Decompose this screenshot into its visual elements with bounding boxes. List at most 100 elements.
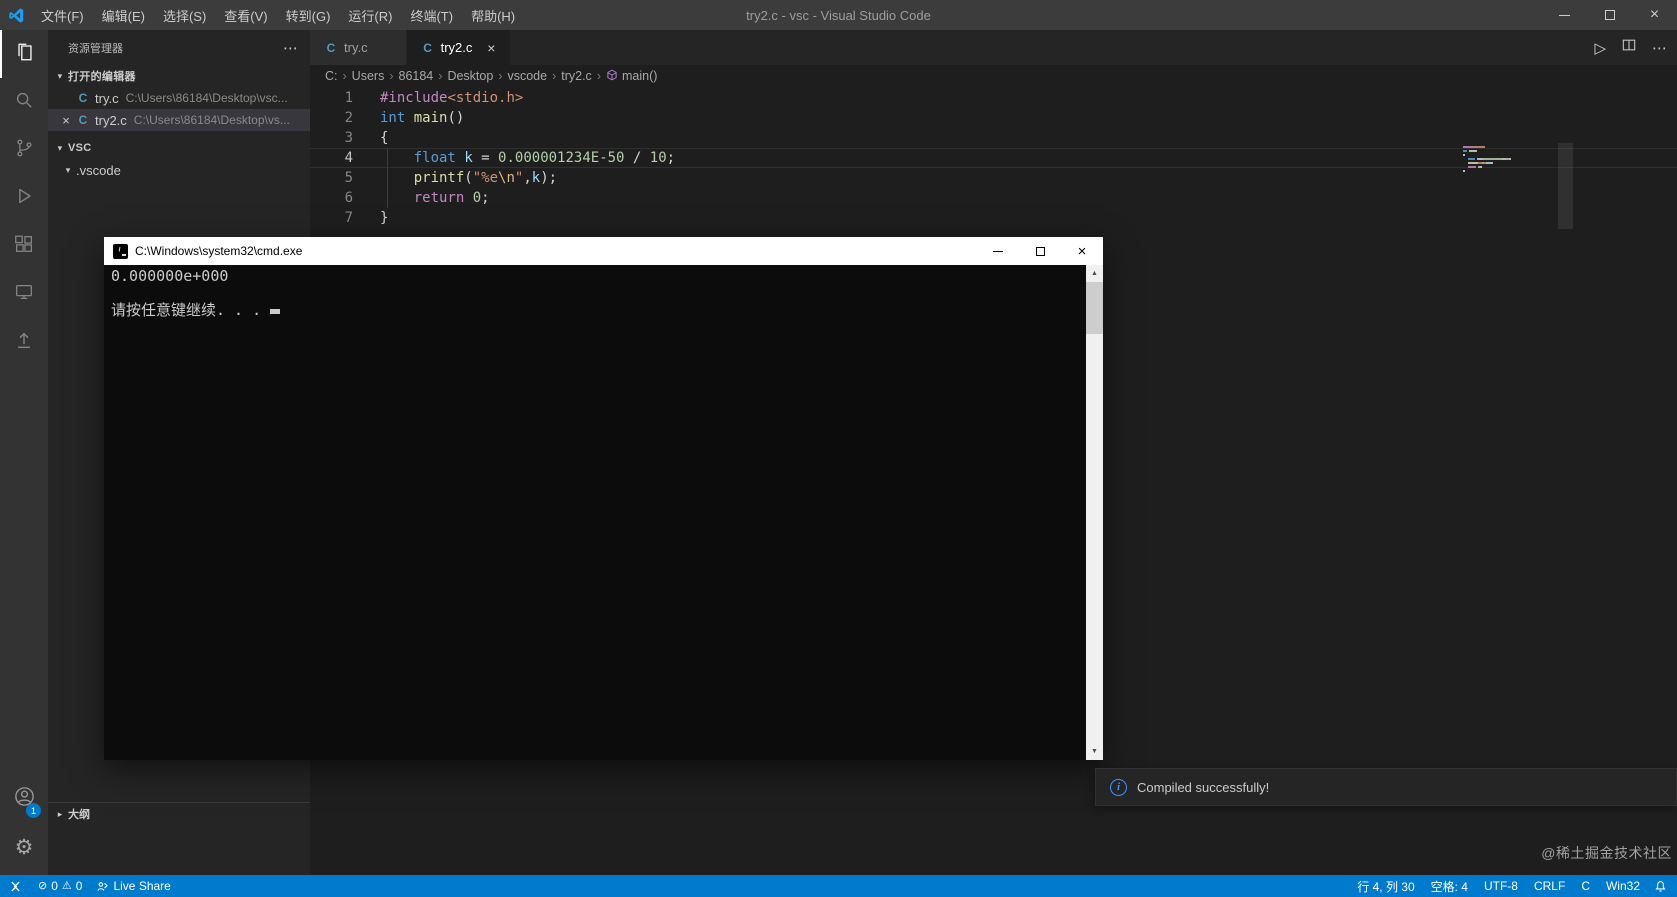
breadcrumb-item-3[interactable]: Desktop — [447, 69, 493, 83]
code-token: float — [413, 150, 456, 166]
code-token: } — [380, 210, 389, 226]
breadcrumb-item-1[interactable]: Users — [352, 69, 385, 83]
section-open-editors-label: 打开的编辑器 — [68, 71, 136, 83]
code-token: int — [380, 110, 406, 126]
breadcrumb-item-5[interactable]: try2.c — [561, 69, 592, 83]
scroll-down-icon[interactable]: ▼ — [1086, 743, 1103, 760]
breadcrumb-item-6[interactable]: main() — [606, 69, 657, 84]
menu-view[interactable]: 查看(V) — [215, 6, 276, 25]
editor-actions: ▷ ⋯ — [1594, 30, 1667, 65]
run-debug-icon — [13, 185, 35, 212]
menu-file[interactable]: 文件(F) — [32, 6, 93, 25]
minimap[interactable] — [1463, 146, 1553, 174]
menu-terminal[interactable]: 终端(T) — [401, 6, 462, 25]
cmd-maximize-button[interactable] — [1019, 237, 1061, 265]
status-encoding[interactable]: UTF-8 — [1476, 875, 1526, 897]
cmd-output[interactable]: 0.000000e+000 请按任意键继续. . . — [104, 265, 1103, 760]
minimap-segment — [1508, 158, 1511, 160]
more-actions-icon[interactable]: ⋯ — [283, 39, 298, 57]
breadcrumb-separator-icon: › — [498, 69, 503, 83]
cmd-scrollbar[interactable]: ▲ ▼ — [1086, 265, 1103, 760]
close-button[interactable]: × — [1632, 0, 1677, 30]
cmd-close-button[interactable]: × — [1061, 237, 1103, 265]
open-editor-try2-c[interactable]: × C try2.c C:\Users\86184\Desktop\vs... — [48, 109, 310, 131]
code-line-1[interactable]: 1 #include<stdio.h> — [310, 88, 1677, 108]
problems-indicator[interactable]: ⊘ 0 ⚠ 0 — [31, 875, 89, 897]
breadcrumb-item-0[interactable]: C: — [325, 69, 338, 83]
tab-try-c[interactable]: C try.c — [310, 30, 406, 65]
sidebar-item-publish[interactable] — [0, 318, 48, 366]
code-line-3[interactable]: 3{ — [310, 128, 1677, 148]
cmd-title-bar[interactable]: C:\Windows\system32\cmd.exe × — [104, 237, 1103, 265]
tab-label: try.c — [344, 40, 368, 55]
section-workspace-vsc[interactable]: ▾ VSC — [48, 137, 310, 159]
section-outline[interactable]: ▸ 大纲 — [48, 802, 310, 825]
code-line-6[interactable]: 6 return 0; — [310, 188, 1677, 208]
sidebar-item-extensions[interactable] — [0, 222, 48, 270]
status-cursor-position[interactable]: 行 4, 列 30 — [1349, 875, 1422, 897]
breadcrumb-label: 86184 — [398, 69, 434, 83]
chevron-right-icon: ▸ — [57, 808, 63, 819]
sidebar-item-search[interactable] — [0, 78, 48, 126]
settings-button[interactable]: ⚙ — [0, 823, 48, 871]
code-line-2[interactable]: 2 int main() — [310, 108, 1677, 128]
maximize-button[interactable] — [1587, 0, 1632, 30]
sidebar-item-run-debug[interactable] — [0, 174, 48, 222]
code-editor[interactable]: 1 #include<stdio.h> 2 int main() 3{4 float k… — [310, 88, 1677, 229]
minimap-line — [1463, 150, 1553, 152]
menu-run[interactable]: 运行(R) — [339, 6, 401, 25]
split-editor-button[interactable] — [1622, 38, 1636, 57]
close-icon[interactable]: × — [484, 40, 498, 56]
minimap-segment — [1468, 162, 1476, 164]
symbol-method-icon — [606, 69, 618, 84]
cmd-prompt-text: 请按任意键继续. . . — [111, 301, 262, 319]
sidebar-item-source-control[interactable] — [0, 126, 48, 174]
accounts-button[interactable]: 1 — [0, 775, 48, 823]
code-token: #include — [380, 90, 448, 106]
scroll-up-icon[interactable]: ▲ — [1086, 265, 1103, 282]
menu-help[interactable]: 帮助(H) — [462, 6, 524, 25]
remote-indicator[interactable] — [0, 875, 31, 897]
notifications-bell-button[interactable] — [1648, 875, 1677, 897]
run-code-button[interactable]: ▷ — [1594, 39, 1606, 57]
status-language[interactable]: C — [1573, 875, 1598, 897]
code-token: ); — [540, 170, 558, 186]
code-text: } — [353, 208, 388, 228]
file-path: C:\Users\86184\Desktop\vsc... — [125, 91, 288, 105]
sidebar-item-explorer[interactable] — [0, 30, 48, 78]
notification-toast[interactable]: i Compiled successfully! — [1095, 768, 1677, 806]
section-open-editors[interactable]: ▾ 打开的编辑器 — [48, 65, 310, 87]
close-icon[interactable]: × — [58, 113, 74, 128]
sidebar-item-remote-explorer[interactable] — [0, 270, 48, 318]
code-line-7[interactable]: 7} — [310, 208, 1677, 228]
breadcrumb-item-2[interactable]: 86184 — [399, 69, 434, 83]
cmd-output-line: 请按任意键继续. . . — [111, 302, 1096, 319]
live-share-button[interactable]: Live Share — [89, 875, 177, 897]
breadcrumb-item-4[interactable]: vscode — [507, 69, 547, 83]
cmd-minimize-button[interactable] — [977, 237, 1019, 265]
minimap-segment — [1468, 166, 1476, 168]
live-share-label: Live Share — [113, 879, 171, 893]
cmd-scrollbar-thumb[interactable] — [1086, 282, 1103, 334]
explorer-icon — [14, 41, 36, 68]
vscode-logo-icon — [0, 7, 32, 24]
status-indentation[interactable]: 空格: 4 — [1423, 875, 1476, 897]
minimize-button[interactable] — [1542, 0, 1587, 30]
code-token: { — [380, 130, 389, 146]
status-eol[interactable]: CRLF — [1526, 875, 1573, 897]
c-file-icon: C — [326, 40, 336, 55]
cmd-output-line — [111, 285, 1096, 302]
folder-vscode[interactable]: ▾ .vscode — [48, 159, 310, 181]
menu-go[interactable]: 转到(G) — [277, 6, 340, 25]
status-platform[interactable]: Win32 — [1598, 875, 1648, 897]
menu-selection[interactable]: 选择(S) — [154, 6, 215, 25]
cmd-window[interactable]: C:\Windows\system32\cmd.exe × 0.000000e+… — [104, 237, 1103, 760]
menu-edit[interactable]: 编辑(E) — [93, 6, 154, 25]
more-actions-icon[interactable]: ⋯ — [1652, 39, 1667, 57]
breadcrumb-label: Users — [351, 69, 385, 83]
tab-try2-c[interactable]: C try2.c × — [406, 30, 511, 65]
remote-icon — [11, 881, 20, 891]
cmd-window-title: C:\Windows\system32\cmd.exe — [135, 244, 303, 258]
open-editor-try-c[interactable]: C try.c C:\Users\86184\Desktop\vsc... — [48, 87, 310, 109]
scrollbar-thumb[interactable] — [1558, 143, 1573, 229]
